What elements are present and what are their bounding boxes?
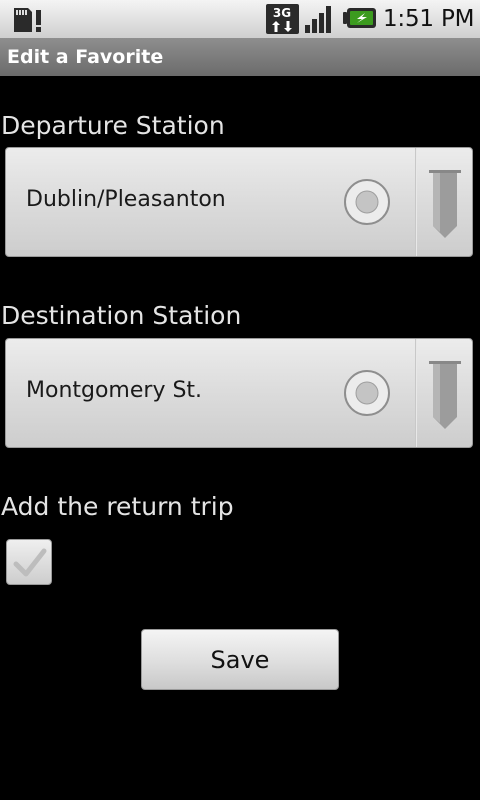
status-bar: 3G 1:51 PM [0, 0, 480, 39]
save-button[interactable]: Save [141, 629, 339, 690]
spinner-divider [415, 339, 417, 447]
radio-circle-icon [343, 369, 391, 421]
radio-circle-icon [343, 178, 391, 230]
destination-station-spinner[interactable]: Montgomery St. [5, 338, 473, 448]
page-title: Edit a Favorite [7, 46, 164, 68]
sd-card-icon [10, 4, 44, 38]
battery-charging-icon [343, 7, 377, 33]
title-bar: Edit a Favorite [0, 38, 480, 76]
departure-station-label: Departure Station [1, 111, 225, 140]
return-trip-label: Add the return trip [1, 492, 234, 521]
status-clock: 1:51 PM [383, 6, 475, 32]
spinner-divider [415, 148, 417, 256]
dropdown-arrow-icon [427, 361, 463, 437]
return-trip-checkbox[interactable] [6, 539, 52, 585]
destination-station-value: Montgomery St. [26, 378, 203, 403]
departure-station-spinner[interactable]: Dublin/Pleasanton [5, 147, 473, 257]
dropdown-arrow-icon [427, 170, 463, 246]
app-screen: 3G 1:51 PM Edit a Favorite Departure Sta… [0, 0, 480, 800]
3g-data-icon: 3G [266, 4, 300, 38]
signal-icon [304, 4, 336, 38]
check-mark-icon [13, 546, 47, 584]
network-type-label: 3G [273, 6, 291, 20]
destination-station-label: Destination Station [1, 301, 242, 330]
departure-station-value: Dublin/Pleasanton [26, 187, 226, 212]
